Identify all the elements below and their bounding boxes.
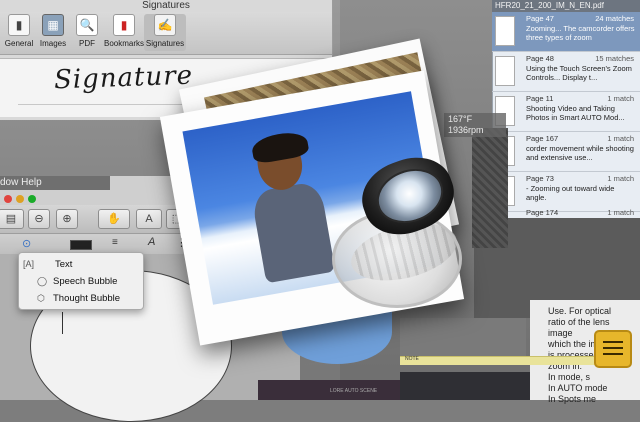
doc-line: ratio of the lens — [548, 317, 610, 327]
window-title: Signatures — [142, 0, 190, 11]
doc-line: Use. For optical — [548, 306, 612, 316]
toolbar-label: Bookmarks — [104, 39, 145, 48]
sidebar-toggle-button[interactable]: ▤ — [0, 209, 24, 229]
doc-line: In mode, s — [548, 372, 591, 382]
result-matches: 1 match — [607, 94, 634, 103]
search-result-item[interactable]: Page 167 1 match corder movement while s… — [492, 132, 640, 172]
result-page: Page 174 — [526, 208, 559, 217]
annotation-dropdown-menu: [A] Text ◯ Speech Bubble ⬡ Thought Bubbl… — [18, 252, 144, 310]
result-snippet: Using the Touch Screen's Zoom Controls..… — [526, 64, 632, 82]
color-swatch-icon[interactable] — [70, 240, 92, 250]
zoom-out-button[interactable]: ⊖ — [28, 209, 50, 229]
toolbar-general-button[interactable]: ▮ General — [2, 14, 36, 48]
toolbar-label: General — [4, 39, 34, 48]
result-matches: 1 match — [607, 208, 634, 217]
pdf-icon: 🔍 — [76, 14, 98, 36]
zoom-in-button[interactable]: ⊕ — [56, 209, 78, 229]
result-snippet: Zooming... The camcorder offers three ty… — [526, 24, 635, 42]
result-snippet: corder movement while shooting and exten… — [526, 144, 634, 162]
dark-strip-label: LORE AUTO SCENE — [330, 388, 378, 394]
result-page: Page 11 — [526, 94, 554, 103]
close-window-button[interactable] — [4, 195, 12, 203]
zoom-out-icon: ⊖ — [34, 213, 44, 225]
menu-bar[interactable]: dow Help — [0, 176, 110, 190]
hand-tool-button[interactable]: ✋ — [98, 209, 130, 229]
result-page: Page 167 — [526, 134, 559, 143]
checker-pattern — [472, 128, 508, 248]
result-matches: 24 matches — [595, 14, 634, 23]
inspector-line-1: 167°F — [448, 114, 473, 124]
toolbar-signatures-button[interactable]: ✍ Signatures — [144, 14, 186, 51]
search-result-item[interactable]: Page 11 1 match Shooting Video and Takin… — [492, 92, 640, 132]
note-label: NOTE — [405, 356, 419, 362]
text-cursor — [62, 312, 63, 334]
hand-icon: ✋ — [107, 213, 121, 225]
preferences-toolbar: ▮ General ▦ Images 🔍 PDF ▮ Bookmarks ✍ S… — [0, 12, 332, 55]
search-result-item[interactable]: Page 174 1 match — [492, 206, 640, 218]
search-result-item[interactable]: Page 48 15 matches Using the Touch Scree… — [492, 52, 640, 92]
result-matches: 15 matches — [595, 54, 634, 63]
annotate-shape-icon[interactable]: ⊙ — [22, 237, 31, 250]
toolbar-label: Images — [39, 39, 67, 48]
text-select-button[interactable]: A — [136, 209, 162, 229]
search-result-item[interactable]: Page 47 24 matches Zooming... The camcor… — [492, 12, 640, 52]
inspector-line-2: 1936rpm — [448, 125, 484, 135]
zoom-in-icon: ⊕ — [62, 213, 72, 225]
result-matches: 1 match — [607, 134, 634, 143]
result-page: Page 73 — [526, 174, 554, 183]
images-icon: ▦ — [42, 14, 64, 36]
toolbar-label: Signatures — [145, 39, 185, 48]
result-snippet: - Zooming out toward wide angle. — [526, 184, 615, 202]
result-snippet: Shooting Video and Taking Photos in Smar… — [526, 104, 625, 122]
thought-bubble-icon: ⬡ — [37, 293, 45, 303]
text-box-icon: [A] — [23, 259, 35, 269]
line-style-icon[interactable]: ≡ — [112, 237, 118, 248]
result-page: Page 47 — [526, 14, 554, 23]
page-thumbnail — [495, 16, 515, 46]
page-thumbnail — [495, 56, 515, 86]
dark-thumbnail-strip-2 — [400, 372, 530, 400]
zoom-window-button[interactable] — [28, 195, 36, 203]
menu-item-speech-bubble[interactable]: Speech Bubble — [53, 276, 117, 287]
speech-bubble-icon: ◯ — [37, 276, 48, 286]
doc-line: In AUTO mode — [548, 383, 608, 393]
menu-item-thought-bubble[interactable]: Thought Bubble — [53, 293, 120, 304]
toolbar-pdf-button[interactable]: 🔍 PDF — [70, 14, 104, 48]
font-icon[interactable]: A — [148, 236, 155, 248]
result-matches: 1 match — [607, 174, 634, 183]
toolbar-label: PDF — [79, 39, 95, 48]
toolbar-bookmarks-button[interactable]: ▮ Bookmarks — [104, 14, 144, 48]
results-title: HFR20_21_200_IM_N_EN.pdf — [492, 0, 640, 12]
result-page: Page 48 — [526, 54, 554, 63]
signature-text: Signature — [53, 60, 194, 96]
gray-panel — [400, 318, 526, 356]
switch-icon: ▮ — [8, 14, 30, 36]
text-select-icon: A — [145, 213, 153, 225]
bookmarks-icon: ▮ — [113, 14, 135, 36]
signature-icon: ✍ — [154, 14, 176, 36]
dark-thumbnail-strip — [258, 380, 400, 400]
inspector-readout: 167°F 1936rpm — [444, 113, 506, 137]
minimize-window-button[interactable] — [16, 195, 24, 203]
toolbar-images-button[interactable]: ▦ Images — [36, 14, 70, 48]
menu-item-text[interactable]: Text — [55, 259, 72, 270]
sidebar-icon: ▤ — [5, 213, 17, 225]
note-annotation-icon[interactable] — [594, 330, 632, 368]
